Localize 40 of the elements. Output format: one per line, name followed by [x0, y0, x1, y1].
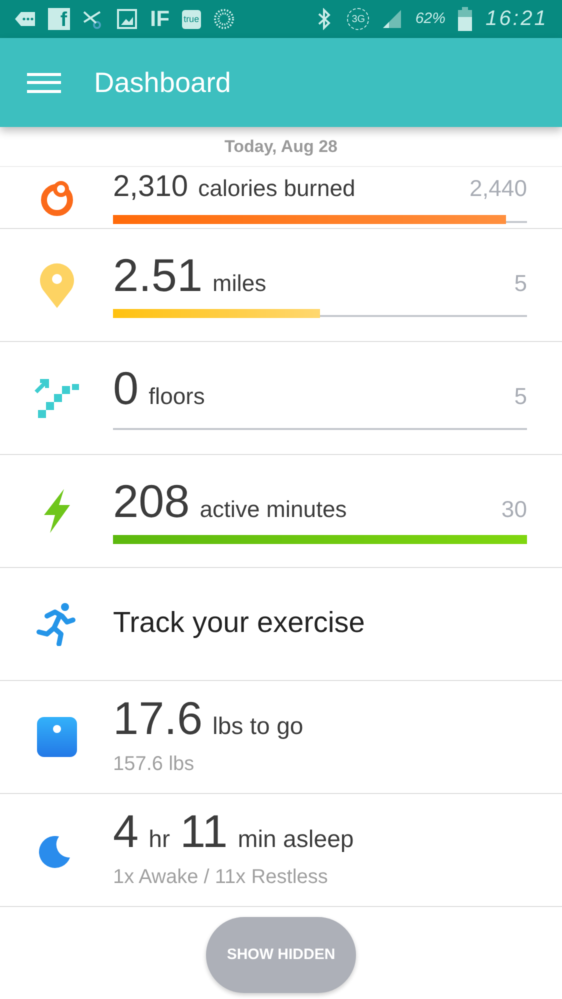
- metric-value: 2,310: [113, 172, 188, 202]
- metric-unit: miles: [212, 268, 266, 298]
- scale-icon: [36, 717, 76, 757]
- facebook-logo: f: [48, 8, 70, 30]
- stairs-icon: [34, 378, 80, 418]
- metric-unit: floors: [148, 382, 205, 411]
- flame-ring-icon: [38, 180, 74, 216]
- goal-value: 5: [514, 382, 527, 411]
- app-badge: true: [182, 10, 202, 28]
- map-pin-icon: [38, 262, 74, 308]
- metric-value: 17.6: [113, 695, 203, 741]
- goal-value: 5: [514, 268, 527, 298]
- metric-value: 11: [180, 808, 228, 854]
- date-label: Today, Aug 28: [224, 136, 338, 158]
- lightning-bolt-icon: [42, 489, 72, 533]
- metric-detail: 1x Awake / 11x Restless: [113, 865, 329, 890]
- metric-value: 0: [113, 364, 139, 411]
- runner-icon: [34, 602, 78, 646]
- goal-value: 30: [501, 494, 527, 524]
- goal-value: 2,440: [469, 174, 527, 204]
- network-indicator: 3G: [347, 8, 370, 30]
- metric-value: 208: [113, 478, 190, 524]
- dotted-ring-icon: [213, 8, 236, 30]
- metric-unit: lbs to go: [212, 712, 304, 742]
- menu-button[interactable]: [27, 70, 61, 94]
- metric-unit: min asleep: [238, 825, 354, 855]
- battery-level: 62%: [415, 8, 446, 29]
- metric-detail: 157.6 lbs: [113, 752, 196, 777]
- metric-unit: hr: [148, 825, 170, 855]
- signal-icon: [381, 8, 404, 30]
- app-logo: IF: [150, 8, 170, 30]
- page-title: Dashboard: [94, 66, 231, 100]
- metric-unit: active minutes: [200, 494, 347, 524]
- image-icon: [116, 8, 138, 30]
- metric-value: 4: [113, 808, 139, 854]
- metric-value: 2.51: [113, 252, 203, 298]
- battery-icon: [457, 7, 474, 31]
- tile-label[interactable]: Track your exercise: [113, 607, 365, 640]
- metric-unit: calories burned: [198, 174, 356, 204]
- clock: 16:21: [485, 6, 548, 32]
